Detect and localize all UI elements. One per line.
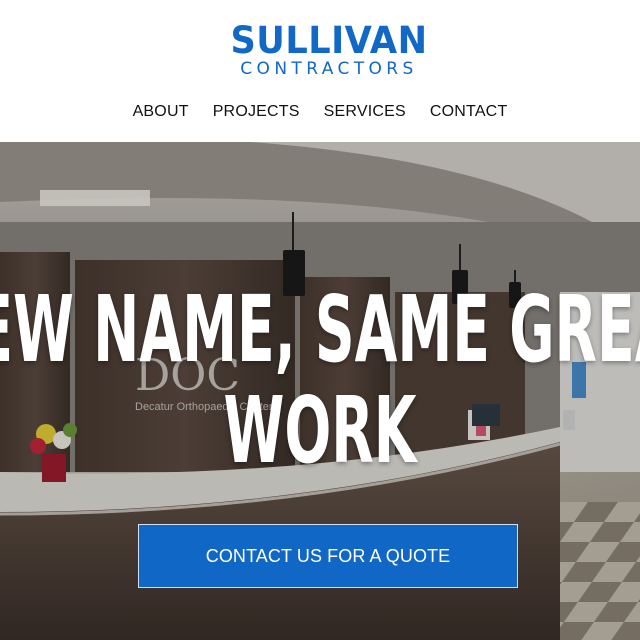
nav-services[interactable]: SERVICES [324, 101, 406, 123]
contact-quote-button[interactable]: CONTACT US FOR A QUOTE [138, 524, 518, 588]
logo-tagline: CONTRACTORS [240, 59, 418, 79]
nav-about[interactable]: ABOUT [133, 101, 189, 123]
headline-line-1: NEW NAME, SAME GREAT [0, 276, 640, 383]
nav-contact[interactable]: CONTACT [430, 101, 508, 123]
nav-projects[interactable]: PROJECTS [213, 101, 300, 123]
logo-name: SULLIVAN [230, 19, 428, 62]
hero-section: DOC Decatur Orthopaedic Center NEW NAME,… [0, 142, 640, 640]
main-nav: ABOUT PROJECTS SERVICES CONTACT [0, 101, 640, 123]
sullivan-logo[interactable]: SULLIVAN CONTRACTORS [224, 22, 434, 80]
site-header: SULLIVAN CONTRACTORS ABOUT PROJECTS SERV… [0, 0, 640, 142]
headline-line-2: WORK [223, 377, 417, 484]
hero-headline: NEW NAME, SAME GREAT WORK [0, 282, 640, 492]
